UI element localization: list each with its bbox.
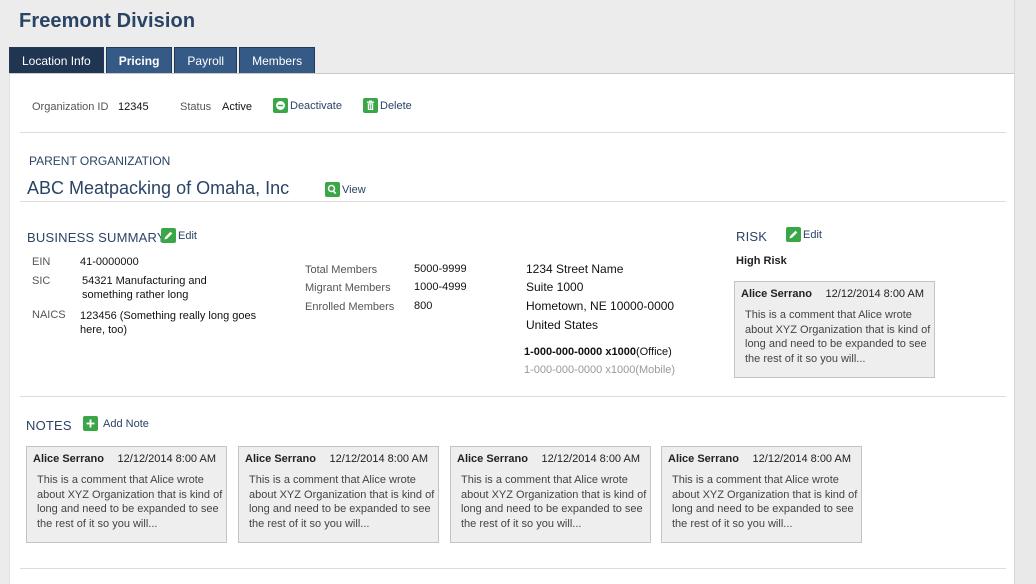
mobile-phone-type: (Mobile) xyxy=(635,364,676,376)
parent-org-heading: PARENT ORGANIZATION xyxy=(29,154,171,168)
risk-level: High Risk xyxy=(736,255,787,267)
note-card[interactable]: Alice Serrano 12/12/2014 8:00 AM This is… xyxy=(661,446,862,543)
note-author: Alice Serrano xyxy=(457,453,528,465)
note-card[interactable]: Alice Serrano 12/12/2014 8:00 AM This is… xyxy=(26,446,227,543)
comment-body: This is a comment that Alice wrote about… xyxy=(745,309,931,365)
migrant-members-value: 1000-4999 xyxy=(414,281,467,293)
migrant-members-label: Migrant Members xyxy=(305,282,391,294)
status-label: Status xyxy=(180,101,212,113)
note-body: This is a comment that Alice wrote about… xyxy=(672,474,858,530)
office-phone-ext: x1000 xyxy=(602,346,636,358)
edit-label: Edit xyxy=(178,229,197,242)
comment-date: 12/12/2014 8:00 AM xyxy=(825,288,924,300)
pencil-icon xyxy=(161,228,176,243)
note-body: This is a comment that Alice wrote about… xyxy=(249,474,435,530)
address-line-2: Suite 1000 xyxy=(526,280,584,294)
delete-button[interactable]: Delete xyxy=(363,98,412,113)
edit-business-summary-button[interactable]: Edit xyxy=(161,228,197,243)
note-date: 12/12/2014 8:00 AM xyxy=(117,453,216,465)
tab-pricing[interactable]: Pricing xyxy=(105,47,173,73)
note-author: Alice Serrano xyxy=(245,453,316,465)
trash-icon xyxy=(363,98,378,113)
deactivate-label: Deactivate xyxy=(290,99,342,112)
enrolled-members-label: Enrolled Members xyxy=(305,301,395,313)
office-phone-type: (Office) xyxy=(635,346,672,358)
tab-location-info[interactable]: Location Info xyxy=(9,47,104,73)
note-date: 12/12/2014 8:00 AM xyxy=(752,453,851,465)
mobile-phone[interactable]: 1-000-000-0000 x1000(Mobile) xyxy=(524,364,675,376)
risk-comment-card[interactable]: Alice Serrano 12/12/2014 8:00 AM This is… xyxy=(734,281,935,378)
naics-line-1: 123456 (Something really long goes xyxy=(80,310,257,322)
note-card[interactable]: Alice Serrano 12/12/2014 8:00 AM This is… xyxy=(238,446,439,543)
naics-line-2: here, too) xyxy=(80,324,128,336)
search-icon xyxy=(325,182,340,197)
total-members-label: Total Members xyxy=(305,264,378,276)
note-body: This is a comment that Alice wrote about… xyxy=(37,474,223,530)
note-author: Alice Serrano xyxy=(668,453,739,465)
sic-line-2: something rather long xyxy=(82,289,189,301)
sic-line-1: 54321 Manufacturing and xyxy=(82,275,207,287)
note-author: Alice Serrano xyxy=(33,453,104,465)
deactivate-button[interactable]: Deactivate xyxy=(273,98,342,113)
parent-org-name: ABC Meatpacking of Omaha, Inc xyxy=(27,178,290,198)
note-date: 12/12/2014 8:00 AM xyxy=(541,453,640,465)
note-body: This is a comment that Alice wrote about… xyxy=(461,474,647,530)
add-note-label: Add Note xyxy=(103,417,149,430)
edit-label: Edit xyxy=(803,228,822,241)
status-value: Active xyxy=(222,101,252,113)
org-id-label: Organization ID xyxy=(32,101,109,113)
org-id-value: 12345 xyxy=(118,101,149,113)
mobile-phone-ext: x1000 xyxy=(602,364,636,376)
business-summary-heading: BUSINESS SUMMARY xyxy=(27,230,166,245)
divider xyxy=(20,201,1006,202)
ein-label: EIN xyxy=(32,256,51,268)
plus-icon xyxy=(83,416,98,431)
enrolled-members-value: 800 xyxy=(414,300,433,312)
divider xyxy=(20,132,1006,133)
naics-label: NAICS xyxy=(32,309,66,321)
divider xyxy=(20,568,1006,569)
sic-label: SIC xyxy=(32,275,51,287)
view-label: View xyxy=(342,183,366,196)
tab-payroll[interactable]: Payroll xyxy=(174,47,238,73)
risk-heading: RISK xyxy=(736,229,768,244)
note-card[interactable]: Alice Serrano 12/12/2014 8:00 AM This is… xyxy=(450,446,651,543)
address-line-3: Hometown, NE 10000-0000 xyxy=(526,299,675,313)
location-info-panel: Organization ID 12345 Status Active Deac… xyxy=(9,73,1014,584)
comment-author: Alice Serrano xyxy=(741,288,812,300)
address-line-1: 1234 Street Name xyxy=(526,262,624,276)
note-date: 12/12/2014 8:00 AM xyxy=(329,453,428,465)
tab-bar: Location Info Pricing Payroll Members xyxy=(9,47,317,74)
edit-risk-button[interactable]: Edit xyxy=(786,227,822,242)
view-parent-button[interactable]: View xyxy=(325,182,366,197)
page-title: Freemont Division xyxy=(19,10,196,32)
office-phone[interactable]: 1-000-000-0000 x1000(Office) xyxy=(524,346,672,358)
total-members-value: 5000-9999 xyxy=(414,263,467,275)
office-phone-number: 1-000-000-0000 xyxy=(524,346,603,358)
tab-members[interactable]: Members xyxy=(239,47,316,73)
add-note-button[interactable]: Add Note xyxy=(83,416,149,431)
mobile-phone-number: 1-000-000-0000 xyxy=(524,364,603,376)
divider xyxy=(20,396,1006,397)
notes-heading: NOTES xyxy=(26,418,72,433)
minus-circle-icon xyxy=(273,98,288,113)
ein-value: 41-0000000 xyxy=(80,256,139,268)
address-line-4: United States xyxy=(526,318,599,332)
pencil-icon xyxy=(786,227,801,242)
right-scroll-strip xyxy=(1014,0,1036,584)
delete-label: Delete xyxy=(380,99,412,112)
